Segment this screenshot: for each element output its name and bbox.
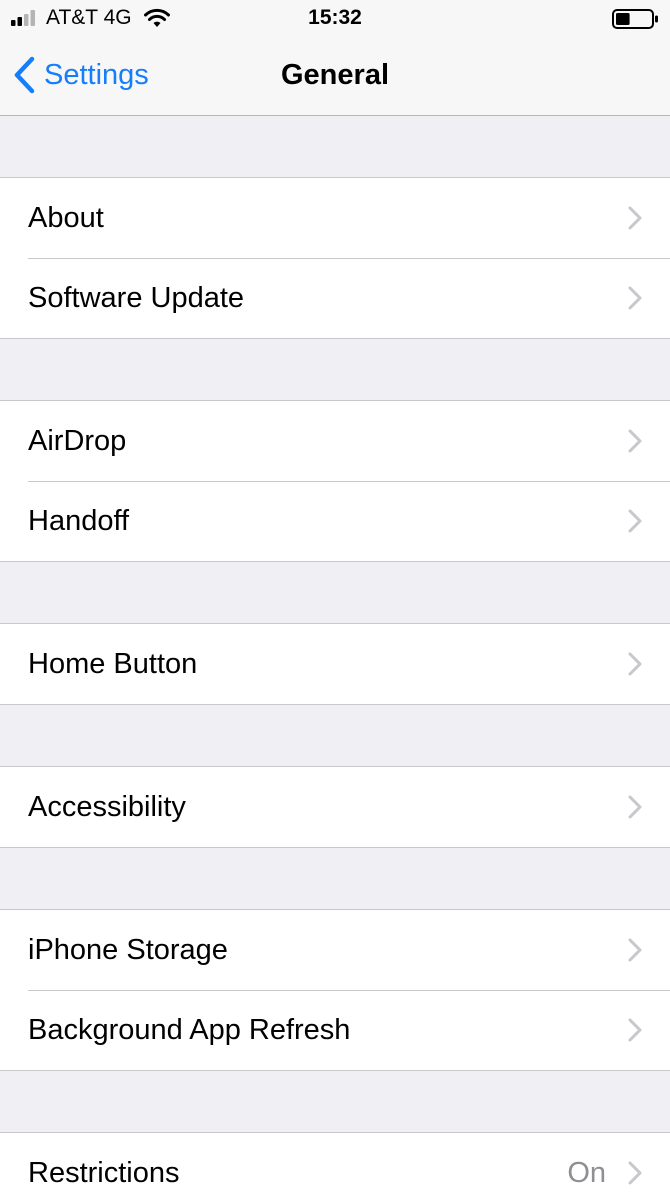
row-restrictions[interactable]: Restrictions On	[0, 1133, 670, 1192]
row-label: Accessibility	[28, 791, 186, 823]
navigation-bar: Settings General	[0, 38, 670, 116]
row-about[interactable]: About	[0, 178, 670, 258]
row-iphone-storage[interactable]: iPhone Storage	[0, 910, 670, 990]
chevron-right-icon	[628, 795, 642, 819]
settings-group-storage: iPhone Storage Background App Refresh	[0, 909, 670, 1071]
chevron-right-icon	[628, 1018, 642, 1042]
row-label: iPhone Storage	[28, 934, 228, 966]
settings-group-about: About Software Update	[0, 177, 670, 339]
settings-group-continuity: AirDrop Handoff	[0, 400, 670, 562]
row-home-button[interactable]: Home Button	[0, 624, 670, 704]
row-value: On	[567, 1157, 606, 1189]
row-label: About	[28, 202, 104, 234]
chevron-right-icon	[628, 286, 642, 310]
row-software-update[interactable]: Software Update	[0, 258, 670, 338]
chevron-right-icon	[628, 206, 642, 230]
row-label: Background App Refresh	[28, 1014, 351, 1046]
row-label: Handoff	[28, 505, 130, 537]
page-title: General	[281, 59, 389, 91]
row-label: Restrictions	[28, 1157, 180, 1189]
chevron-right-icon	[628, 652, 642, 676]
row-accessibility[interactable]: Accessibility	[0, 767, 670, 847]
chevron-right-icon	[628, 938, 642, 962]
row-airdrop[interactable]: AirDrop	[0, 401, 670, 481]
clock: 15:32	[308, 6, 362, 29]
row-label: AirDrop	[28, 425, 127, 457]
settings-group-home-button: Home Button	[0, 623, 670, 705]
settings-general-screen: AT&T 4G 15:32 Settings General About Sof	[0, 0, 670, 1192]
row-handoff[interactable]: Handoff	[0, 481, 670, 561]
settings-group-accessibility: Accessibility	[0, 766, 670, 848]
row-label: Software Update	[28, 282, 245, 314]
chevron-right-icon	[628, 429, 642, 453]
row-background-app-refresh[interactable]: Background App Refresh	[0, 990, 670, 1070]
battery-icon	[612, 9, 658, 29]
settings-group-restrictions: Restrictions On	[0, 1132, 670, 1192]
status-bar: AT&T 4G 15:32	[0, 0, 670, 38]
chevron-right-icon	[628, 1161, 642, 1185]
row-label: Home Button	[28, 648, 198, 680]
chevron-right-icon	[628, 509, 642, 533]
